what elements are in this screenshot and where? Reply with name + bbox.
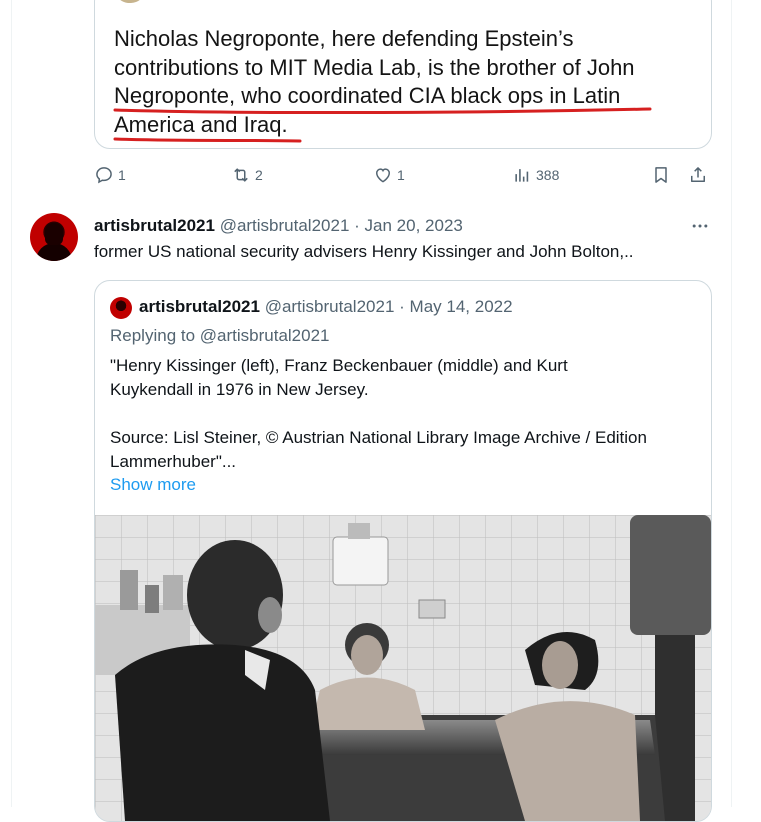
retweet-button[interactable]: 2 <box>231 163 263 187</box>
quoted-date: May 14, 2022 <box>409 297 513 316</box>
tweet-header: artisbrutal2021 @artisbrutal2021 · Jan 2… <box>94 216 463 236</box>
reply-button[interactable]: 1 <box>94 163 126 187</box>
user-handle[interactable]: @artisbrutal2021 <box>220 216 350 235</box>
show-more-link[interactable]: Show more <box>110 475 196 495</box>
separator: · <box>399 297 405 316</box>
retweet-count: 2 <box>255 167 263 183</box>
tweet-action-bar: 1 2 1 388 <box>94 163 714 187</box>
image-text-line: America and Iraq. <box>114 111 288 137</box>
tweet-date[interactable]: Jan 20, 2023 <box>365 216 463 235</box>
display-name[interactable]: artisbrutal2021 <box>94 216 215 235</box>
image-avatar-partial <box>115 0 145 3</box>
tweet-text: former US national security advisers Hen… <box>94 242 634 261</box>
tweet-image-text: Nicholas Negroponte, here defending Epst… <box>114 25 694 139</box>
quoted-tweet-card[interactable]: artisbrutal2021 @artisbrutal2021 · May 1… <box>94 280 712 822</box>
quoted-display-name: artisbrutal2021 <box>139 297 260 316</box>
bookmark-button[interactable] <box>651 163 671 187</box>
share-icon <box>691 167 705 182</box>
separator: · <box>354 216 360 235</box>
views-button[interactable]: 388 <box>512 163 559 187</box>
quoted-header: artisbrutal2021 @artisbrutal2021 · May 1… <box>139 297 513 317</box>
image-text-line: Nicholas Negroponte, here defending Epst… <box>114 26 574 51</box>
analytics-icon <box>515 169 529 182</box>
timeline-border-left <box>11 0 12 807</box>
retweet-icon <box>234 168 248 182</box>
reply-count: 1 <box>118 167 126 183</box>
quoted-handle: @artisbrutal2021 <box>264 297 395 316</box>
image-text-line: Negroponte, who coordinated CIA black op… <box>114 83 621 108</box>
tweet-photo[interactable] <box>95 515 711 821</box>
photo-illustration <box>95 515 711 821</box>
tweet-image-card[interactable]: Nicholas Negroponte, here defending Epst… <box>94 0 712 149</box>
quoted-avatar <box>110 297 132 319</box>
more-horizontal-icon <box>692 224 708 228</box>
share-button[interactable] <box>688 163 708 187</box>
bookmark-icon <box>655 167 667 183</box>
views-count: 388 <box>536 167 560 183</box>
replying-to: Replying to @artisbrutal2021 <box>110 326 330 345</box>
reply-icon <box>96 167 112 184</box>
heart-icon <box>375 168 391 183</box>
timeline-border-right <box>731 0 732 807</box>
quoted-text: "Henry Kissinger (left), Franz Beckenbau… <box>110 356 647 471</box>
like-count: 1 <box>397 167 405 183</box>
more-options-button[interactable] <box>687 213 713 239</box>
like-button[interactable]: 1 <box>373 163 405 187</box>
avatar[interactable] <box>30 213 78 261</box>
image-text-line: contributions to MIT Media Lab, is the b… <box>114 54 635 80</box>
